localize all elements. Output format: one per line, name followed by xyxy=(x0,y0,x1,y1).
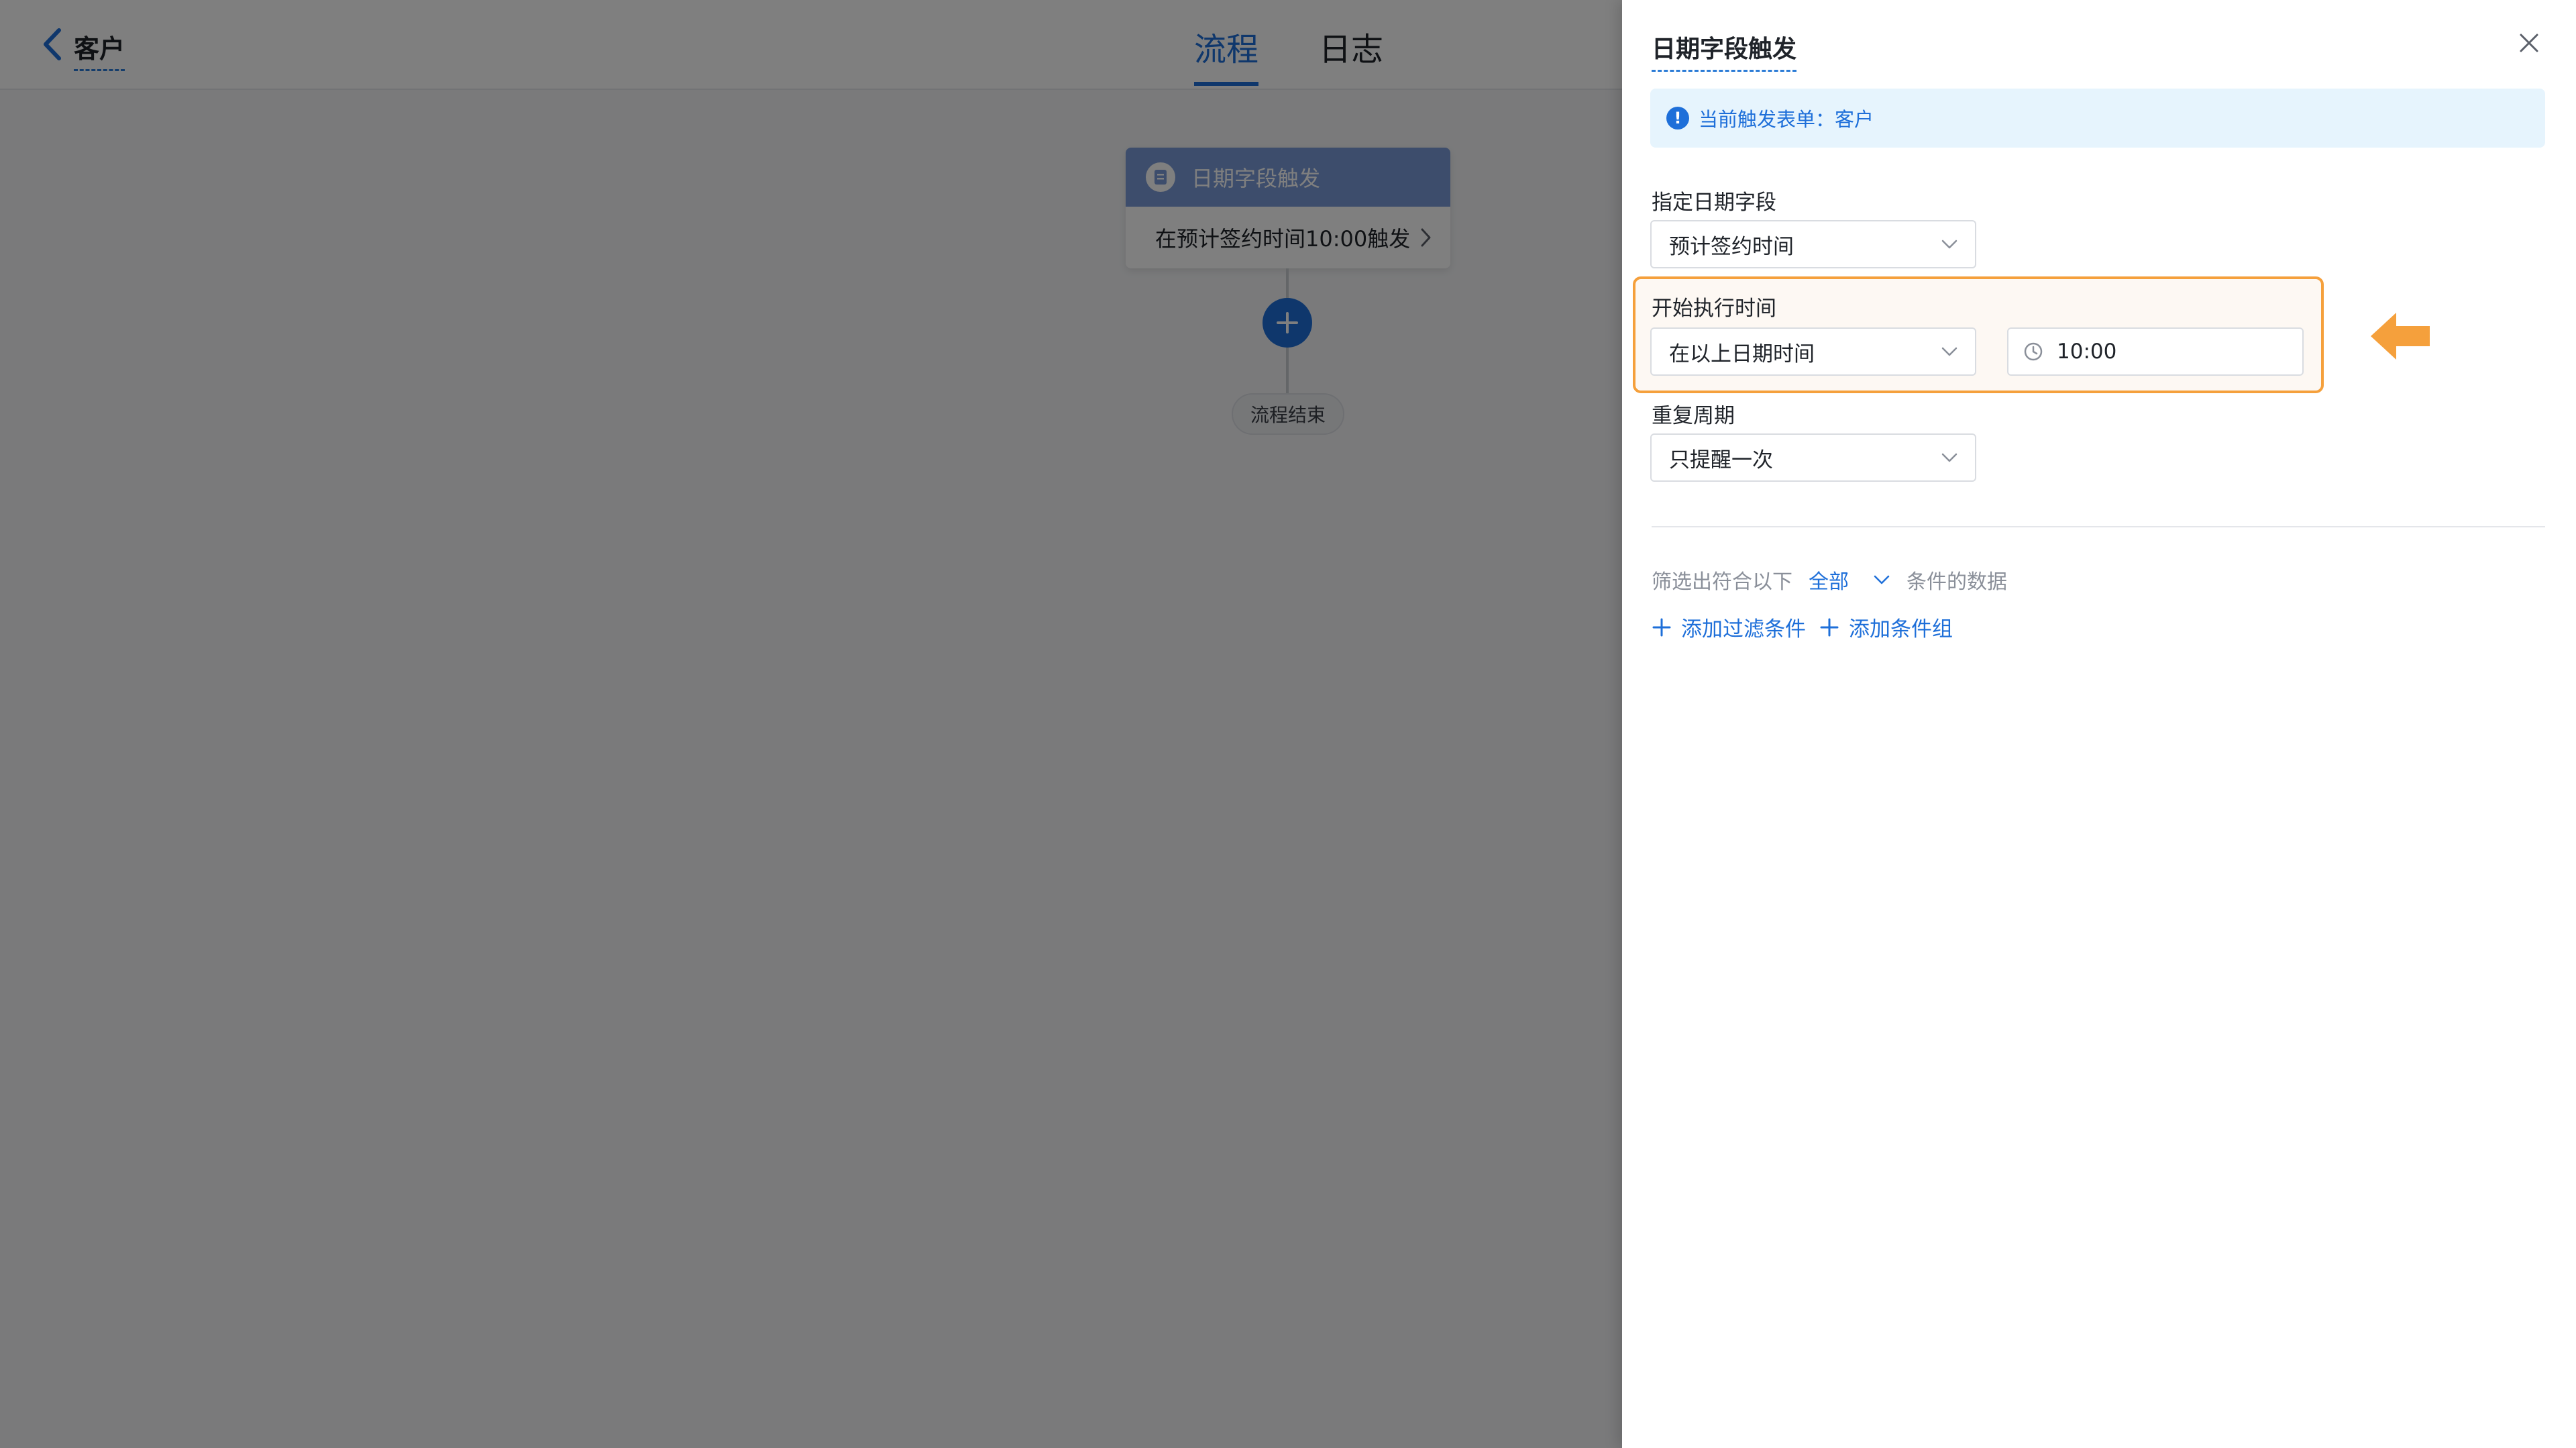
divider xyxy=(1652,526,2545,527)
info-banner-text: 当前触发表单：客户 xyxy=(1699,108,1874,131)
start-time-mode-value: 在以上日期时间 xyxy=(1669,342,1815,366)
filter-prefix: 筛选出符合以下 xyxy=(1652,570,1792,594)
filter-mode-select[interactable]: 全部 xyxy=(1809,565,1849,594)
info-icon: ! xyxy=(1666,107,1689,130)
plus-icon xyxy=(1652,618,1671,636)
drawer-title: 日期字段触发 xyxy=(1652,30,1797,72)
time-picker-input[interactable]: 10:00 xyxy=(2007,327,2304,376)
repeat-label: 重复周期 xyxy=(1652,404,1735,428)
filter-suffix: 条件的数据 xyxy=(1907,570,2007,594)
plus-icon xyxy=(1820,618,1839,636)
date-field-label: 指定日期字段 xyxy=(1652,191,1776,215)
add-filter-condition-button[interactable]: 添加过滤条件 xyxy=(1652,612,1806,642)
arrow-left-icon xyxy=(2371,313,2430,360)
clock-icon xyxy=(2024,342,2043,361)
add-filter-condition-label: 添加过滤条件 xyxy=(1681,617,1806,641)
chevron-down-icon xyxy=(1941,240,1957,249)
filter-actions: 添加过滤条件 添加条件组 xyxy=(1652,612,1953,642)
chevron-down-icon xyxy=(1941,453,1957,462)
close-button[interactable] xyxy=(2514,28,2544,58)
close-icon xyxy=(2520,34,2538,52)
repeat-value: 只提醒一次 xyxy=(1669,448,1773,472)
date-field-value: 预计签约时间 xyxy=(1669,234,1794,259)
modal-overlay[interactable] xyxy=(0,0,1622,1448)
filter-row: 筛选出符合以下 全部 条件的数据 xyxy=(1652,565,2007,594)
date-field-select[interactable]: 预计签约时间 xyxy=(1650,220,1976,268)
add-condition-group-button[interactable]: 添加条件组 xyxy=(1819,612,1953,642)
add-condition-group-label: 添加条件组 xyxy=(1849,617,1953,641)
info-banner: ! 当前触发表单：客户 xyxy=(1650,89,2545,148)
chevron-down-icon xyxy=(1941,347,1957,356)
app-root: 客户 流程 日志 日期字段触发 在预计签约时间10:00触发 流程结束 xyxy=(0,0,2576,1448)
settings-drawer: 日期字段触发 ! 当前触发表单：客户 指定日期字段 预计签约时间 开始执行时间 … xyxy=(1622,0,2576,1448)
chevron-down-icon[interactable] xyxy=(1873,574,1890,585)
time-value: 10:00 xyxy=(2057,340,2117,364)
start-time-mode-select[interactable]: 在以上日期时间 xyxy=(1650,327,1976,376)
start-time-label: 开始执行时间 xyxy=(1652,297,1776,321)
repeat-select[interactable]: 只提醒一次 xyxy=(1650,433,1976,482)
